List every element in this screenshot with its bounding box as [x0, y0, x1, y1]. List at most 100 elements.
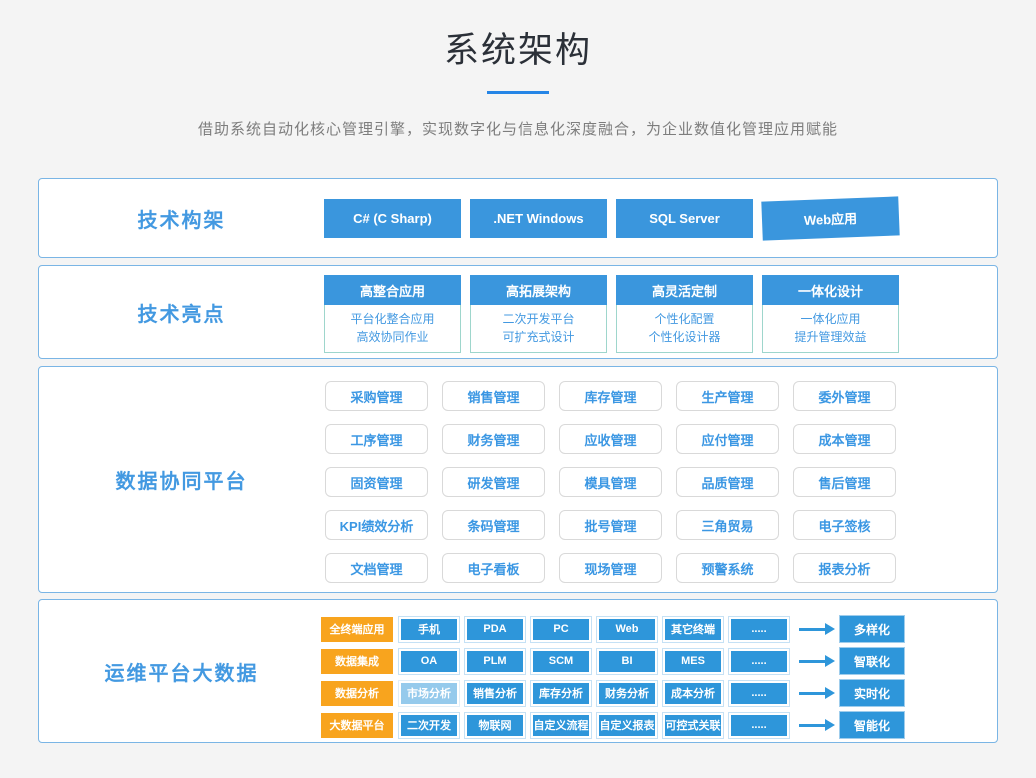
module-button[interactable]: 采购管理 [325, 381, 428, 411]
section-ops-platform: 运维平台大数据 全终端应用 手机 PDA PC Web 其它终端 ..... 多… [38, 599, 998, 743]
ops-item-chip[interactable]: PDA [465, 617, 525, 642]
module-button[interactable]: 三角贸易 [676, 510, 779, 540]
highlight-card-title: 高灵活定制 [616, 275, 753, 305]
ops-result-button[interactable]: 智能化 [839, 711, 905, 739]
ops-item-chip[interactable]: 销售分析 [465, 681, 525, 706]
module-button[interactable]: 模具管理 [559, 467, 662, 497]
ops-item-chip[interactable]: PC [531, 617, 591, 642]
highlight-card: 一体化设计 一体化应用 提升管理效益 [762, 275, 899, 353]
ops-item-chip[interactable]: MES [663, 649, 723, 674]
ops-result-button[interactable]: 多样化 [839, 615, 905, 643]
tech-button-csharp[interactable]: C# (C Sharp) [324, 199, 461, 238]
ops-category-label: 大数据平台 [321, 713, 393, 738]
highlight-line: 二次开发平台 [471, 310, 606, 328]
ops-item-chip[interactable]: 二次开发 [399, 713, 459, 738]
module-grid: 采购管理 销售管理 库存管理 生产管理 委外管理 工序管理 财务管理 应收管理 … [325, 381, 997, 583]
system-architecture-page: 系统架构 借助系统自动化核心管理引擎，实现数字化与信息化深度融合，为企业数值化管… [0, 0, 1036, 778]
section-label-ops-platform: 运维平台大数据 [39, 600, 324, 742]
ops-item-chip[interactable]: BI [597, 649, 657, 674]
highlight-card-title: 一体化设计 [762, 275, 899, 305]
ops-item-chip[interactable]: OA [399, 649, 459, 674]
module-button[interactable]: 库存管理 [559, 381, 662, 411]
ops-item-chip[interactable]: 成本分析 [663, 681, 723, 706]
tech-button-sqlserver[interactable]: SQL Server [616, 199, 753, 238]
ops-item-chip[interactable]: 自定义流程 [531, 713, 591, 738]
module-button[interactable]: 电子看板 [442, 553, 545, 583]
highlight-line: 个性化设计器 [617, 328, 752, 346]
ops-item-chip-more[interactable]: ..... [729, 649, 789, 674]
highlight-card-body: 二次开发平台 可扩充式设计 [470, 305, 607, 353]
module-button[interactable]: 工序管理 [325, 424, 428, 454]
module-button[interactable]: 应收管理 [559, 424, 662, 454]
highlight-card: 高灵活定制 个性化配置 个性化设计器 [616, 275, 753, 353]
module-button[interactable]: 品质管理 [676, 467, 779, 497]
highlight-line: 可扩充式设计 [471, 328, 606, 346]
module-button[interactable]: 售后管理 [793, 467, 896, 497]
highlight-card-body: 平台化整合应用 高效协同作业 [324, 305, 461, 353]
highlight-line: 高效协同作业 [325, 328, 460, 346]
arrow-right-icon [799, 660, 825, 663]
ops-item-chip-more[interactable]: ..... [729, 681, 789, 706]
ops-row-integration: 数据集成 OA PLM SCM BI MES ..... 智联化 [321, 647, 997, 675]
module-button[interactable]: 现场管理 [559, 553, 662, 583]
module-button[interactable]: 预警系统 [676, 553, 779, 583]
ops-result-button[interactable]: 智联化 [839, 647, 905, 675]
module-button[interactable]: 成本管理 [793, 424, 896, 454]
section-tech-highlights: 技术亮点 高整合应用 平台化整合应用 高效协同作业 高拓展架构 二次开发平台 可… [38, 265, 998, 359]
module-button[interactable]: 固资管理 [325, 467, 428, 497]
module-button[interactable]: 财务管理 [442, 424, 545, 454]
ops-item-chip[interactable]: 自定义报表 [597, 713, 657, 738]
highlight-card-body: 一体化应用 提升管理效益 [762, 305, 899, 353]
module-button[interactable]: 批号管理 [559, 510, 662, 540]
tech-button-dotnet[interactable]: .NET Windows [470, 199, 607, 238]
page-subtitle: 借助系统自动化核心管理引擎，实现数字化与信息化深度融合，为企业数值化管理应用赋能 [0, 118, 1036, 139]
ops-row-analysis: 数据分析 市场分析 销售分析 库存分析 财务分析 成本分析 ..... 实时化 [321, 679, 997, 707]
highlight-card-title: 高拓展架构 [470, 275, 607, 305]
ops-item-chip-more[interactable]: ..... [729, 713, 789, 738]
module-button[interactable]: 委外管理 [793, 381, 896, 411]
ops-item-chip-more[interactable]: ..... [729, 617, 789, 642]
highlight-card-body: 个性化配置 个性化设计器 [616, 305, 753, 353]
tech-button-web[interactable]: Web应用 [761, 196, 899, 240]
ops-item-chip[interactable]: Web [597, 617, 657, 642]
title-underline [487, 91, 549, 94]
arrow-right-icon [799, 692, 825, 695]
highlight-line: 一体化应用 [763, 310, 898, 328]
module-button[interactable]: 销售管理 [442, 381, 545, 411]
section-data-platform: 数据协同平台 采购管理 销售管理 库存管理 生产管理 委外管理 工序管理 财务管… [38, 366, 998, 593]
highlight-card: 高拓展架构 二次开发平台 可扩充式设计 [470, 275, 607, 353]
highlight-cards: 高整合应用 平台化整合应用 高效协同作业 高拓展架构 二次开发平台 可扩充式设计… [324, 275, 997, 353]
ops-item-chip[interactable]: 手机 [399, 617, 459, 642]
section-label-tech-framework: 技术构架 [39, 179, 324, 257]
ops-category-label: 全终端应用 [321, 617, 393, 642]
highlight-card: 高整合应用 平台化整合应用 高效协同作业 [324, 275, 461, 353]
module-button[interactable]: 条码管理 [442, 510, 545, 540]
tech-framework-buttons: C# (C Sharp) .NET Windows SQL Server Web… [324, 199, 997, 238]
highlight-line: 个性化配置 [617, 310, 752, 328]
module-button[interactable]: 应付管理 [676, 424, 779, 454]
ops-item-chip[interactable]: 财务分析 [597, 681, 657, 706]
ops-row-bigdata: 大数据平台 二次开发 物联网 自定义流程 自定义报表 可控式关联 ..... 智… [321, 711, 997, 739]
ops-item-chip[interactable]: 库存分析 [531, 681, 591, 706]
module-button[interactable]: 研发管理 [442, 467, 545, 497]
ops-item-chip[interactable]: PLM [465, 649, 525, 674]
module-button[interactable]: 生产管理 [676, 381, 779, 411]
module-button[interactable]: KPI绩效分析 [325, 510, 428, 540]
page-title: 系统架构 [0, 0, 1036, 73]
ops-item-chip[interactable]: 可控式关联 [663, 713, 723, 738]
arrow-right-icon [799, 628, 825, 631]
highlight-line: 提升管理效益 [763, 328, 898, 346]
ops-category-label: 数据集成 [321, 649, 393, 674]
section-label-data-platform: 数据协同平台 [39, 367, 324, 592]
ops-result-button[interactable]: 实时化 [839, 679, 905, 707]
ops-item-chip[interactable]: 市场分析 [399, 681, 459, 706]
ops-row-terminals: 全终端应用 手机 PDA PC Web 其它终端 ..... 多样化 [321, 615, 997, 643]
section-label-tech-highlights: 技术亮点 [39, 266, 324, 358]
module-button[interactable]: 报表分析 [793, 553, 896, 583]
ops-item-chip[interactable]: 其它终端 [663, 617, 723, 642]
ops-item-chip[interactable]: 物联网 [465, 713, 525, 738]
module-button[interactable]: 电子签核 [793, 510, 896, 540]
ops-item-chip[interactable]: SCM [531, 649, 591, 674]
module-button[interactable]: 文档管理 [325, 553, 428, 583]
highlight-card-title: 高整合应用 [324, 275, 461, 305]
